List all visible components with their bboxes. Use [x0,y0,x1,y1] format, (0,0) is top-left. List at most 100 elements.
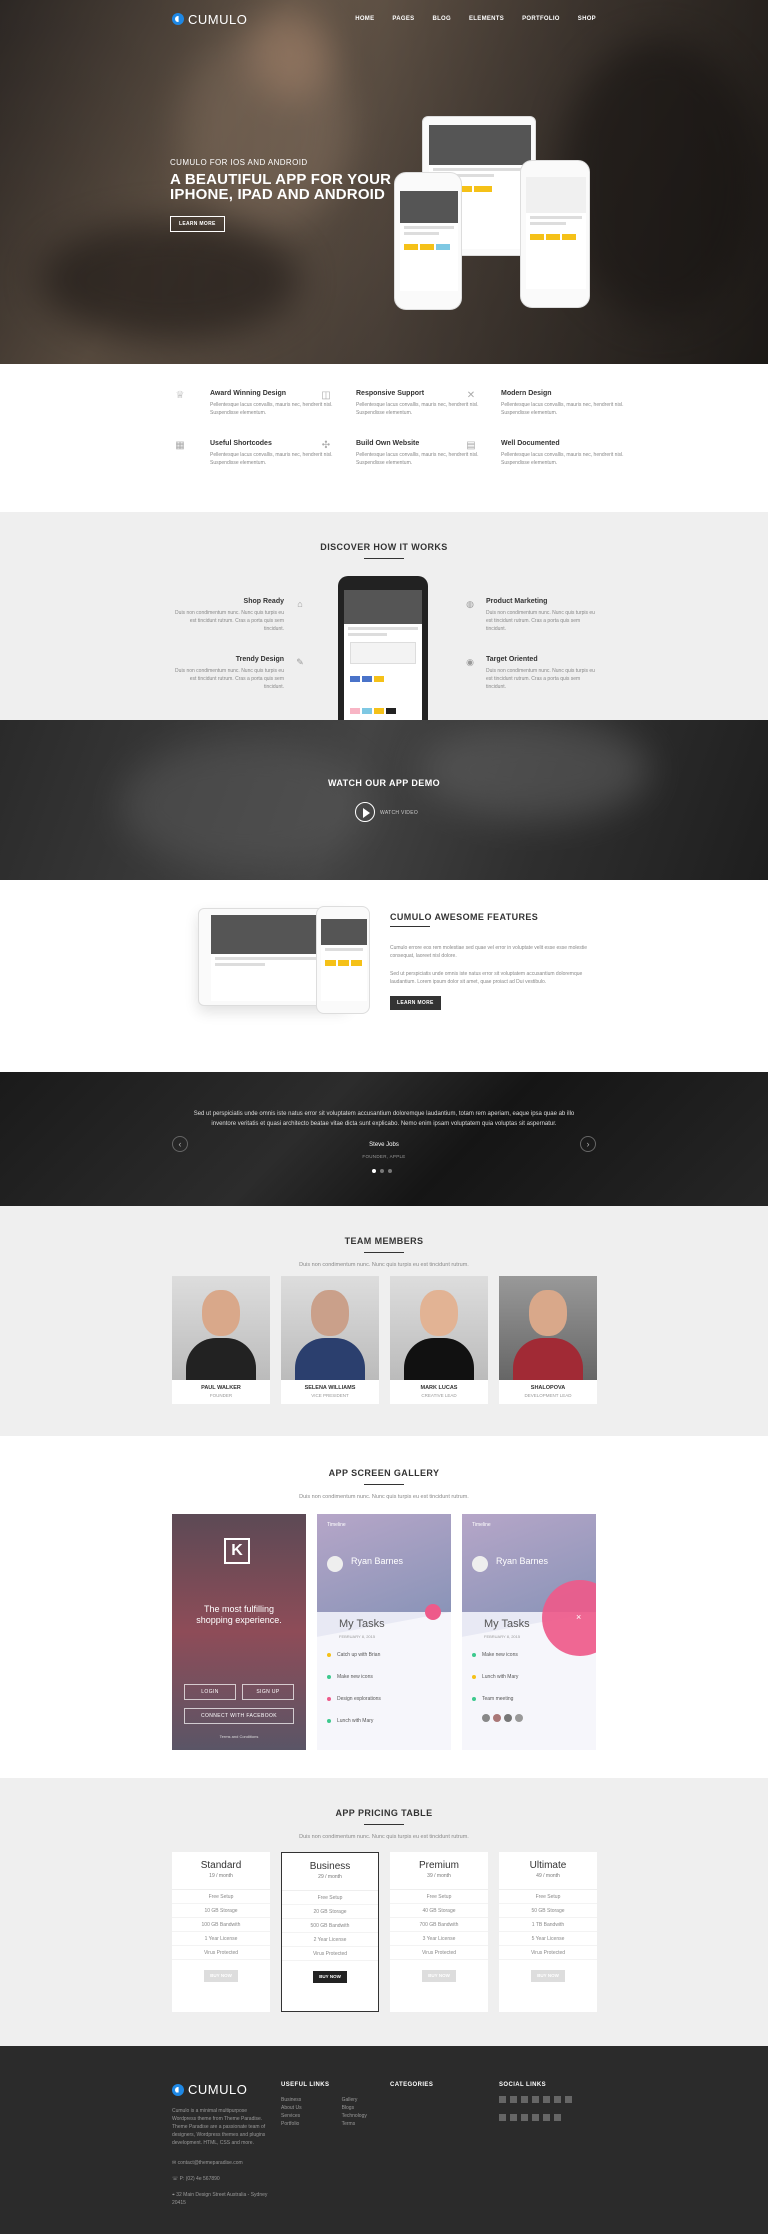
task-item[interactable]: Make new icons [472,1652,518,1658]
discover-section: DISCOVER HOW IT WORKS ⌂ Shop Ready Duis … [0,512,768,720]
prev-arrow-icon[interactable]: ‹ [172,1136,188,1152]
add-task-button[interactable] [425,1604,441,1620]
tasks-heading: My Tasks [339,1618,385,1630]
footer-link[interactable]: Blogs [342,2104,367,2112]
play-label[interactable]: WATCH VIDEO [380,810,418,816]
close-icon[interactable]: × [576,1612,581,1622]
task-item[interactable]: Make new icons [327,1674,373,1680]
next-arrow-icon[interactable]: › [580,1136,596,1152]
target-icon: ◉ [466,657,474,667]
avatar [327,1556,343,1572]
paragraph: Cumulo errore eos rem molestiae sed quae… [390,945,588,959]
nav-item-blog[interactable]: BLOG [432,16,451,22]
testimonial-section: Sed ut perspiciatis unde omnis iste natu… [0,1072,768,1206]
login-button[interactable]: LOGIN [184,1684,236,1700]
footer-link[interactable]: Gallery [342,2096,367,2104]
task-item[interactable]: Lunch with Mary [472,1674,518,1680]
slider-dot[interactable] [380,1169,384,1173]
feature-item: ▤ Well Documented Pellentesque lacus con… [466,440,641,467]
play-button[interactable] [355,802,375,822]
twitter-icon[interactable] [510,2096,517,2103]
avatar [472,1556,488,1572]
shop-icon: ⌂ [297,599,303,609]
task-item[interactable]: Lunch with Mary [327,1718,373,1724]
title-underline [364,1824,404,1825]
gallery-shot-tasks[interactable]: Timeline Ryan Barnes My Tasks FEBRUARY 8… [317,1514,451,1750]
nav-item-home[interactable]: HOME [355,16,374,22]
plan-name: Ultimate [529,1860,567,1871]
plan-feature: Free Setup [499,1890,597,1904]
linkedin-icon[interactable] [521,2096,528,2103]
nav-item-portfolio[interactable]: PORTFOLIO [522,16,560,22]
document-icon: ▤ [466,440,476,451]
feature-text: Pellentesque lacus convallis, mauris nec… [501,452,624,466]
slider-dot[interactable] [372,1169,376,1173]
facebook-connect-button[interactable]: CONNECT WITH FACEBOOK [184,1708,294,1724]
rss-icon[interactable] [543,2114,550,2121]
team-member-card[interactable]: SELENA WILLIAMS VICE PRESIDENT [281,1276,379,1404]
footer-logo[interactable]: CUMULO [172,2082,272,2097]
terms-link[interactable]: Terms and Conditions [172,1734,306,1739]
nav-item-shop[interactable]: SHOP [578,16,596,22]
task-item[interactable]: Design explorations [327,1696,381,1702]
learn-more-button[interactable]: LEARN MORE [170,216,225,232]
plan-feature: Virus Protected [390,1946,488,1960]
learn-more-button[interactable]: LEARN MORE [390,996,441,1010]
section-title: APP PRICING TABLE [335,1808,433,1818]
plan-feature: 700 GB Bandwith [390,1918,488,1932]
member-role: DEVELOPMENT LEAD [524,1393,572,1398]
vimeo-icon[interactable] [521,2114,528,2121]
team-member-card[interactable]: PAUL WALKER FOUNDER [172,1276,270,1404]
task-item[interactable]: Catch up with Brian [327,1652,380,1658]
footer-heading: CATEGORIES [390,2082,434,2088]
youtube-icon[interactable] [532,2114,539,2121]
footer-link[interactable]: Portfolio [281,2120,302,2128]
plan-price: 39 / month [427,1873,451,1879]
pinterest-icon[interactable] [554,2096,561,2103]
gallery-section: APP SCREEN GALLERY Duis non condimentum … [0,1436,768,1778]
buy-now-button[interactable]: BUY NOW [204,1970,238,1982]
feature-text: Pellentesque lacus convallis, mauris nec… [356,452,479,466]
footer-link[interactable]: Terms [342,2120,367,2128]
nav-item-pages[interactable]: PAGES [392,16,414,22]
user-name: Ryan Barnes [351,1556,404,1566]
instagram-icon[interactable] [565,2096,572,2103]
google-plus-icon[interactable] [532,2096,539,2103]
flickr-icon[interactable] [499,2114,506,2121]
signup-button[interactable]: SIGN UP [242,1684,294,1700]
feature-text: Pellentesque lacus convallis, mauris nec… [210,402,333,416]
footer-link[interactable]: Technology [342,2112,367,2120]
dribbble-icon[interactable] [543,2096,550,2103]
feature-title: Modern Design [501,390,552,397]
section-subtitle: Duis non condimentum nunc. Nunc quis tur… [299,1494,469,1500]
plan-price: 49 / month [536,1873,560,1879]
buy-now-button[interactable]: BUY NOW [422,1970,456,1982]
team-member-card[interactable]: MARK LUCAS CREATIVE LEAD [390,1276,488,1404]
task-item[interactable]: Team meeting [472,1696,513,1702]
footer-link[interactable]: Business [281,2096,302,2104]
hero-title: A BEAUTIFUL APP FOR YOUR IPHONE, IPAD AN… [170,171,392,203]
support-icon: ◫ [321,390,331,401]
footer-useful-links: USEFUL LINKS Business About Us Services … [281,2082,381,2128]
footer-email[interactable]: ✉ contact@themeparadise.com [172,2159,272,2167]
buy-now-button[interactable]: BUY NOW [531,1970,565,1982]
nav-item-elements[interactable]: ELEMENTS [469,16,504,22]
main-menu: HOME PAGES BLOG ELEMENTS PORTFOLIO SHOP [355,16,596,22]
section-title: TEAM MEMBERS [344,1236,424,1246]
gallery-shot-menu[interactable]: Timeline Ryan Barnes × My Tasks FEBRUARY… [462,1514,596,1750]
plan-feature: 10 GB Storage [172,1904,270,1918]
gallery-shot-login[interactable]: K The most fulfilling shopping experienc… [172,1514,306,1750]
footer-link[interactable]: Services [281,2112,302,2120]
tumblr-icon[interactable] [510,2114,517,2121]
facebook-icon[interactable] [499,2096,506,2103]
discover-item: ✎ Trendy Design Duis non condimentum nun… [172,656,304,691]
slider-dot[interactable] [388,1169,392,1173]
brand-logo[interactable]: CUMULO [172,12,247,27]
plan-feature: Free Setup [172,1890,270,1904]
footer-link[interactable]: About Us [281,2104,302,2112]
shot-tagline: The most fulfilling shopping experience. [196,1604,282,1625]
phone-mockup [338,576,428,720]
buy-now-button[interactable]: BUY NOW [313,1971,347,1983]
team-member-card[interactable]: SHALOPOVA DEVELOPMENT LEAD [499,1276,597,1404]
skype-icon[interactable] [554,2114,561,2121]
